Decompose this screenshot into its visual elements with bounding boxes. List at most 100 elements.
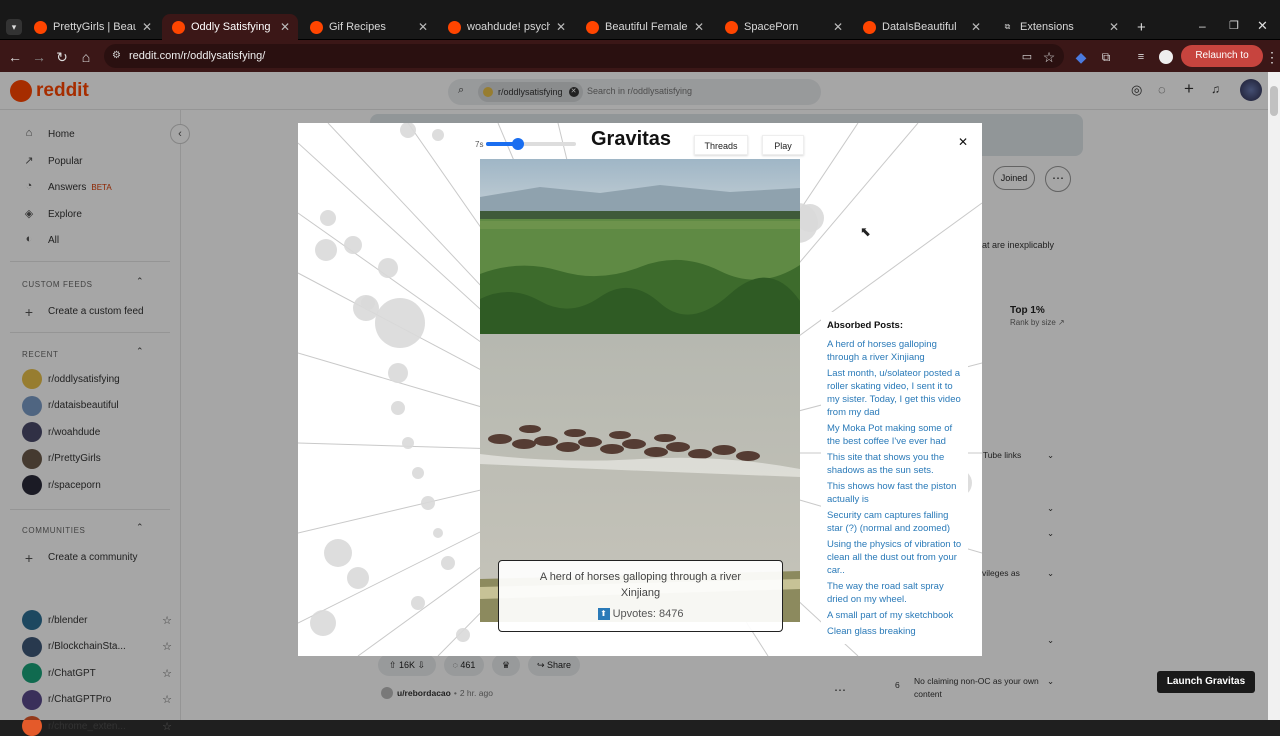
browser-tab[interactable]: woahdude! psychedelic ✕ <box>438 14 574 40</box>
absorbed-post-orb[interactable] <box>353 295 379 321</box>
browser-tab[interactable]: Gif Recipes ✕ <box>300 14 436 40</box>
close-tab-icon[interactable]: ✕ <box>142 20 152 34</box>
favorite-star-icon[interactable]: ☆ <box>162 720 172 733</box>
absorbed-post-orb[interactable] <box>347 567 369 589</box>
reload-icon[interactable]: ↻ <box>53 48 71 66</box>
absorbed-post-link[interactable]: Security cam captures falling star (?) (… <box>827 509 965 535</box>
address-bar-row: ← → ↻ ⌂ ⚙ reddit.com/r/oddlysatisfying/ … <box>0 40 1280 83</box>
absorbed-post-orb[interactable] <box>433 528 443 538</box>
close-tab-icon[interactable]: ✕ <box>833 20 843 34</box>
upvote-badge-icon: ⬆ <box>597 608 610 621</box>
upvotes-count: Upvotes: 8476 <box>612 608 684 620</box>
extension-gravitas-icon[interactable]: ◆ <box>1072 48 1090 66</box>
close-tab-icon[interactable]: ✕ <box>971 20 981 34</box>
browser-tab[interactable]: ⧉ Extensions ✕ <box>991 14 1127 40</box>
absorbed-post-orb[interactable] <box>324 539 352 567</box>
profile-avatar-icon[interactable] <box>1157 48 1175 66</box>
close-tab-icon[interactable]: ✕ <box>1109 20 1119 34</box>
browser-tab-bar: ▾ PrettyGirls | Beauty In Ou✕Oddly Satis… <box>0 0 1280 40</box>
close-modal-icon[interactable]: ✕ <box>958 135 968 149</box>
slider-label: 7s <box>475 140 484 149</box>
url-text: reddit.com/r/oddlysatisfying/ <box>129 50 266 62</box>
play-button[interactable]: Play <box>762 135 804 155</box>
reddit-favicon-icon <box>172 20 185 34</box>
bookmark-star-icon[interactable]: ☆ <box>1040 48 1058 66</box>
absorbed-post-orb[interactable] <box>411 596 425 610</box>
tab-title: Gif Recipes <box>329 21 386 33</box>
close-tab-icon[interactable]: ✕ <box>694 20 704 34</box>
browser-tab[interactable]: DataIsBeautiful ✕ <box>853 14 989 40</box>
media-icon[interactable]: ≡ <box>1132 48 1150 66</box>
absorbed-post-link[interactable]: A herd of horses galloping through a riv… <box>827 338 965 364</box>
absorbed-post-orb[interactable] <box>432 129 444 141</box>
absorbed-post-link[interactable]: Last month, u/solateor posted a roller s… <box>827 367 965 419</box>
tab-title: SpacePorn <box>744 21 799 33</box>
browser-tab[interactable]: PrettyGirls | Beauty In Ou ✕ <box>24 14 160 40</box>
menu-kebab-icon[interactable]: ⋮ <box>1263 48 1280 66</box>
scrollbar-thumb[interactable] <box>1270 86 1278 116</box>
sidebar-item-label: r/chrome_exten... <box>48 720 126 732</box>
back-icon[interactable]: ← <box>6 48 24 66</box>
absorbed-post-orb[interactable] <box>402 437 414 449</box>
absorbed-post-orb[interactable] <box>375 298 425 348</box>
url-input[interactable]: ⚙ reddit.com/r/oddlysatisfying/ <box>104 44 1064 68</box>
absorbed-post-link[interactable]: The way the road salt spray dried on my … <box>827 580 965 606</box>
launch-gravitas-button[interactable]: Launch Gravitas <box>1157 671 1255 693</box>
absorbed-post-orb[interactable] <box>412 467 424 479</box>
new-tab-button[interactable]: + <box>1137 19 1146 36</box>
video-frame-horses-river <box>480 159 800 622</box>
absorbed-post-orb[interactable] <box>315 239 337 261</box>
page-scrollbar[interactable] <box>1268 72 1280 720</box>
site-info-icon[interactable]: ⚙ <box>112 44 121 68</box>
home-icon[interactable]: ⌂ <box>77 48 95 66</box>
tab-title: PrettyGirls | Beauty In Ou <box>53 21 136 33</box>
close-tab-icon[interactable]: ✕ <box>280 20 290 34</box>
absorbed-header: Absorbed Posts: <box>827 320 904 331</box>
absorbed-post-link[interactable]: Clean glass breaking <box>827 625 965 638</box>
reddit-favicon-icon <box>863 20 876 34</box>
post-video[interactable] <box>480 159 800 622</box>
absorbed-post-link[interactable]: A small part of my sketchbook <box>827 609 965 622</box>
mouse-cursor: ⬉ <box>860 224 871 239</box>
absorbed-post-orb[interactable] <box>796 204 824 232</box>
absorbed-post-orb[interactable] <box>344 236 362 254</box>
browser-tab[interactable]: SpacePorn ✕ <box>715 14 851 40</box>
absorbed-post-orb[interactable] <box>441 556 455 570</box>
forward-icon[interactable]: → <box>30 48 48 66</box>
absorbed-post-link[interactable]: This shows how fast the piston actually … <box>827 480 965 506</box>
post-caption-card: A herd of horses galloping through a riv… <box>498 560 783 632</box>
cast-icon[interactable]: ▭ <box>1018 48 1036 66</box>
extensions-puzzle-icon[interactable]: ⧉ <box>1097 48 1115 66</box>
maximize-button[interactable]: ❐ <box>1229 19 1239 32</box>
absorbed-post-orb[interactable] <box>388 363 408 383</box>
browser-tab[interactable]: Oddly Satisfying ✕ <box>162 14 298 40</box>
absorbed-post-orb[interactable] <box>456 628 470 642</box>
threads-button[interactable]: Threads <box>694 135 748 155</box>
absorbed-post-link[interactable]: My Moka Pot making some of the best coff… <box>827 422 965 448</box>
absorbed-post-orb[interactable] <box>310 610 336 636</box>
gravitas-title: Gravitas <box>591 128 672 150</box>
close-tab-icon[interactable]: ✕ <box>556 20 566 34</box>
slider-knob[interactable] <box>511 138 524 150</box>
tab-title: DataIsBeautiful <box>882 21 957 33</box>
close-window-button[interactable]: ✕ <box>1257 18 1268 34</box>
absorbed-post-link[interactable]: This site that shows you the shadows as … <box>827 451 965 477</box>
duration-slider[interactable] <box>486 138 576 150</box>
absorbed-post-orb[interactable] <box>400 123 416 138</box>
absorbed-posts-panel: Absorbed Posts: A herd of horses gallopi… <box>821 312 968 644</box>
reddit-page: reddit ⌕ r/oddlysatisfying ✕ Search in r… <box>0 72 1280 736</box>
tab-title: Oddly Satisfying <box>191 21 271 33</box>
absorbed-post-orb[interactable] <box>421 496 435 510</box>
reddit-favicon-icon <box>586 20 599 34</box>
browser-tab[interactable]: Beautiful Females ✕ <box>576 14 712 40</box>
absorbed-post-link[interactable]: Using the physics of vibration to clean … <box>827 538 965 577</box>
close-tab-icon[interactable]: ✕ <box>418 20 428 34</box>
tab-search-icon[interactable]: ▾ <box>6 19 22 35</box>
tab-title: woahdude! psychedelic <box>467 21 550 33</box>
absorbed-post-orb[interactable] <box>320 210 336 226</box>
absorbed-post-orb[interactable] <box>391 401 405 415</box>
caption-title: A herd of horses galloping through a riv… <box>539 571 742 599</box>
relaunch-button[interactable]: Relaunch to update <box>1181 45 1263 83</box>
minimize-button[interactable]: – <box>1199 19 1206 33</box>
absorbed-post-orb[interactable] <box>378 258 398 278</box>
